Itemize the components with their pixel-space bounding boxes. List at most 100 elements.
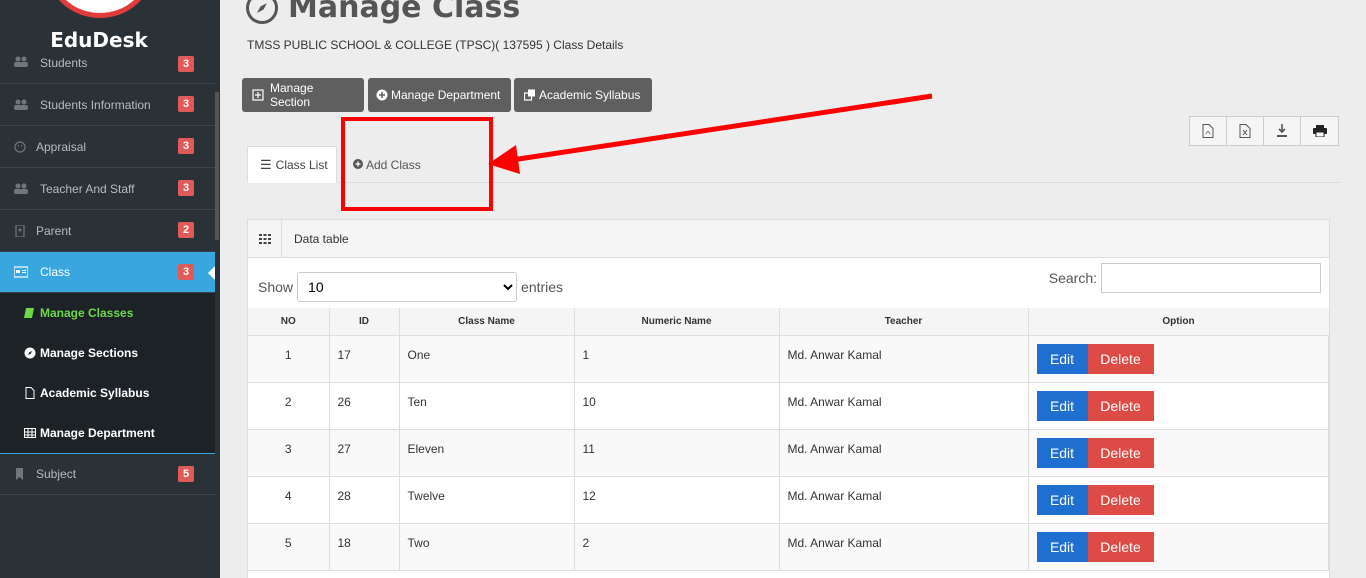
export-download-button[interactable]	[1264, 117, 1301, 145]
smile-icon	[14, 140, 30, 153]
submenu-manage-sections[interactable]: Manage Sections	[0, 333, 215, 373]
entries-select[interactable]: 10	[297, 272, 518, 302]
cell-class-name: One	[399, 335, 575, 383]
sidebar-item-teacher-and-staff[interactable]: Teacher And Staff 3	[0, 168, 215, 210]
column-header[interactable]: Class Name	[399, 308, 575, 336]
cell-no: 3	[248, 429, 330, 477]
table-row: 2 26 Ten 10 Md. Anwar Kamal Edit Delete	[248, 382, 1329, 430]
list-icon: ☰	[260, 156, 272, 172]
panel-title: Data table	[294, 231, 349, 246]
grid-icon	[248, 220, 282, 257]
edit-button[interactable]: Edit	[1036, 531, 1088, 562]
column-header[interactable]: ID	[329, 308, 400, 336]
page-header: Manage Class	[246, 0, 520, 25]
count-badge: 3	[178, 264, 194, 280]
column-header[interactable]: Numeric Name	[574, 308, 780, 336]
sidebar-menu: Students 3 Students Information 3 Apprai…	[0, 42, 215, 495]
academic-syllabus-button[interactable]: Academic Syllabus	[514, 78, 652, 112]
cell-id: 17	[329, 335, 400, 383]
entries-label: entries	[521, 279, 564, 295]
class-card-icon	[13, 266, 30, 278]
table-row: 4 28 Twelve 12 Md. Anwar Kamal Edit Delet…	[248, 476, 1329, 524]
class-submenu: Manage Classes Manage Sections Academic …	[0, 293, 215, 453]
submenu-academic-syllabus[interactable]: Academic Syllabus	[0, 373, 215, 413]
sidebar-scrollbar[interactable]	[215, 92, 219, 240]
cell-options: Edit Delete	[1028, 476, 1329, 524]
search-control: Search:	[1049, 263, 1321, 293]
cell-class-name: Eleven	[399, 429, 575, 477]
delete-button[interactable]: Delete	[1087, 484, 1154, 515]
edit-button[interactable]: Edit	[1036, 437, 1088, 468]
cell-no: 5	[248, 523, 330, 571]
manage-department-button[interactable]: Manage Department	[368, 78, 511, 112]
column-header[interactable]: Teacher	[779, 308, 1029, 336]
submenu-manage-department[interactable]: Manage Department	[0, 413, 215, 453]
file-excel-icon	[1239, 124, 1251, 138]
logo	[47, 0, 153, 18]
delete-button[interactable]: Delete	[1087, 390, 1154, 421]
manage-section-button[interactable]: Manage Section	[242, 78, 364, 112]
plus-circle-icon	[376, 89, 388, 101]
column-header[interactable]: NO	[248, 308, 330, 336]
users-icon	[14, 56, 30, 68]
cell-numeric-name: 10	[574, 382, 780, 430]
edit-button[interactable]: Edit	[1036, 390, 1088, 421]
sidebar-item-label: Class	[40, 265, 71, 279]
tab-label: Class List	[275, 157, 328, 172]
class-table: NO ID Class Name Numeric Name Teacher Op…	[248, 308, 1329, 571]
cell-numeric-name: 11	[574, 429, 780, 477]
submenu-manage-classes[interactable]: Manage Classes	[0, 293, 215, 333]
cell-no: 4	[248, 476, 330, 524]
cell-options: Edit Delete	[1028, 523, 1329, 571]
table-controls: Show 10 entries Search:	[248, 258, 1329, 308]
edit-button[interactable]: Edit	[1036, 343, 1088, 374]
button-label: Manage Section	[270, 81, 314, 109]
sidebar-item-label: Students Information	[40, 97, 151, 112]
search-input[interactable]	[1101, 263, 1321, 293]
sidebar-item-students-information[interactable]: Students Information 3	[0, 84, 215, 126]
sidebar-item-appraisal[interactable]: Appraisal 3	[0, 126, 215, 168]
cell-class-name: Twelve	[399, 476, 575, 524]
sidebar-item-class[interactable]: Class 3	[0, 252, 215, 293]
cell-teacher: Md. Anwar Kamal	[779, 429, 1029, 477]
table-header-row: NO ID Class Name Numeric Name Teacher Op…	[248, 308, 1329, 336]
sidebar-item-label: Appraisal	[36, 139, 87, 154]
table-row: 5 18 Two 2 Md. Anwar Kamal Edit Delete	[248, 523, 1329, 571]
count-badge: 5	[178, 466, 194, 482]
column-header[interactable]: Option	[1028, 308, 1329, 336]
highlight-box	[341, 117, 493, 211]
cell-class-name: Two	[399, 523, 575, 571]
book-icon	[24, 307, 36, 319]
delete-button[interactable]: Delete	[1087, 343, 1154, 374]
cell-teacher: Md. Anwar Kamal	[779, 523, 1029, 571]
cell-numeric-name: 1	[574, 335, 780, 383]
count-badge: 2	[178, 222, 194, 238]
cell-teacher: Md. Anwar Kamal	[779, 335, 1029, 383]
show-label: Show	[258, 279, 294, 295]
cell-numeric-name: 12	[574, 476, 780, 524]
sidebar-item-parent[interactable]: Parent 2	[0, 210, 215, 252]
submenu-label: Academic Syllabus	[40, 386, 150, 400]
cell-options: Edit Delete	[1028, 429, 1329, 477]
submenu-label: Manage Classes	[40, 306, 134, 320]
file-pdf-icon	[1202, 124, 1214, 138]
id-card-icon	[14, 223, 30, 238]
count-badge: 3	[178, 180, 194, 196]
sidebar-item-label: Parent	[36, 223, 72, 238]
export-excel-button[interactable]	[1227, 117, 1264, 145]
delete-button[interactable]: Delete	[1087, 531, 1154, 562]
panel-header: Data table	[248, 220, 1329, 258]
cell-options: Edit Delete	[1028, 382, 1329, 430]
sidebar-item-subject[interactable]: Subject 5	[0, 453, 215, 495]
delete-button[interactable]: Delete	[1087, 437, 1154, 468]
sidebar-item-students[interactable]: Students 3	[0, 42, 215, 84]
print-button[interactable]	[1301, 117, 1338, 145]
edit-button[interactable]: Edit	[1036, 484, 1088, 515]
file-pdf-icon	[24, 387, 36, 399]
button-label: Academic Syllabus	[539, 88, 641, 102]
plus-square-icon	[252, 89, 264, 101]
entries-control: Show 10 entries	[258, 272, 563, 302]
data-table-panel: Data table Show 10 entries Search: NO ID…	[247, 219, 1330, 578]
tab-class-list[interactable]: ☰ Class List	[247, 146, 337, 183]
export-pdf-button[interactable]	[1190, 117, 1227, 145]
